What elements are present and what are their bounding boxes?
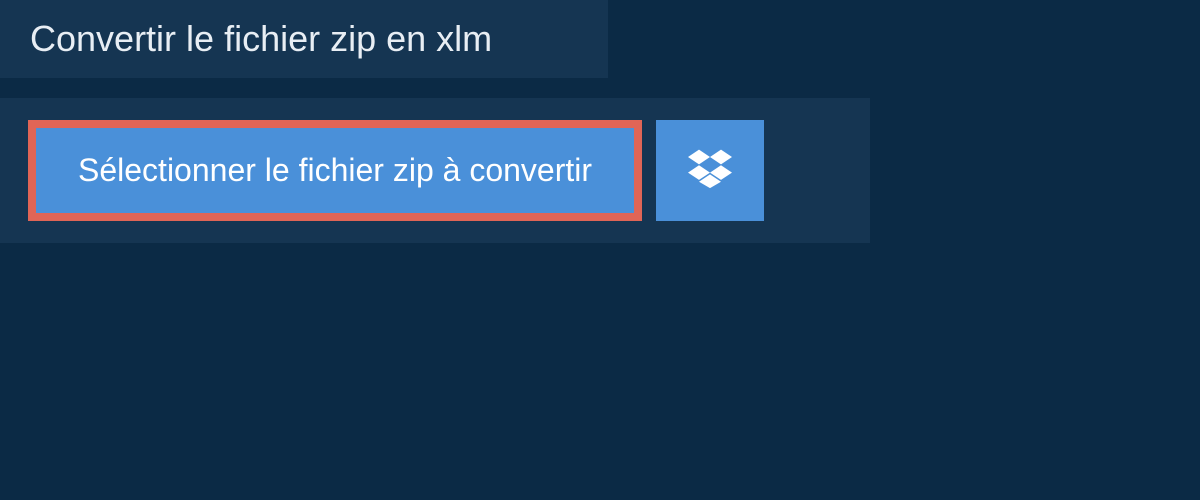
dropbox-icon xyxy=(688,146,732,195)
upload-panel: Sélectionner le fichier zip à convertir xyxy=(0,98,870,243)
page-title: Convertir le fichier zip en xlm xyxy=(0,0,608,78)
select-file-button[interactable]: Sélectionner le fichier zip à convertir xyxy=(28,120,642,221)
dropbox-button[interactable] xyxy=(656,120,764,221)
button-row: Sélectionner le fichier zip à convertir xyxy=(28,120,842,221)
select-file-label: Sélectionner le fichier zip à convertir xyxy=(78,152,592,189)
